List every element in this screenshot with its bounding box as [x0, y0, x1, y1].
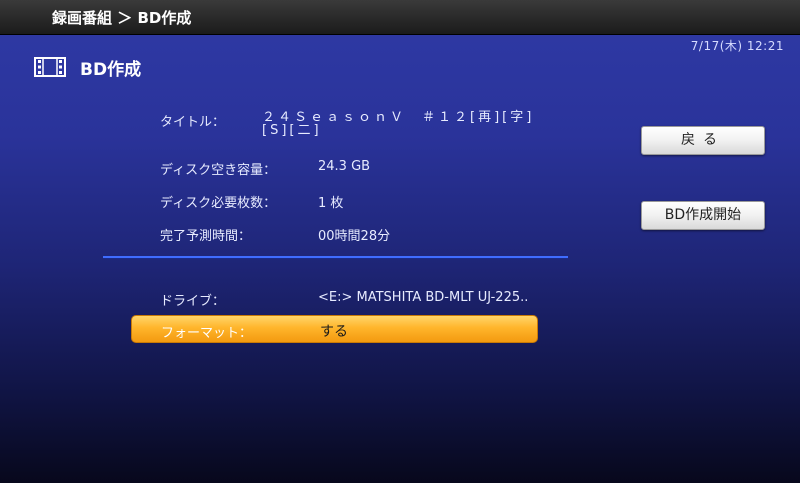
free-space-value: 24.3 GB [318, 159, 371, 174]
estimated-time-value: 00時間28分 [318, 229, 391, 244]
start-bd-creation-button[interactable]: BD作成開始 [641, 201, 765, 230]
breadcrumb: 録画番組 ＞ BD作成 [52, 9, 192, 27]
section-divider [103, 256, 568, 258]
drive-value: <E:> MATSHITA BD-MLT UJ-225.. [318, 290, 529, 305]
clock: 7/17(木) 12:21 [690, 39, 784, 53]
estimated-time-label: 完了予測時間： [160, 229, 252, 244]
drive-label: ドライブ： [160, 294, 226, 309]
title-value: ２４ＳｅａｓｏｎＶ ＃１２[再][字][S][二] [262, 110, 535, 138]
page-title: BD作成 [80, 60, 142, 80]
film-strip-icon [34, 57, 66, 77]
format-row-selected[interactable]: フォーマット： する [131, 315, 538, 343]
top-bar: 録画番組 ＞ BD作成 [0, 0, 800, 35]
format-label: フォーマット： [161, 326, 253, 341]
format-value: する [320, 324, 348, 340]
discs-needed-value: 1 枚 [318, 196, 344, 211]
free-space-label: ディスク空き容量： [160, 163, 277, 178]
title-label: タイトル： [160, 115, 226, 130]
back-button[interactable]: 戻る [641, 126, 765, 155]
discs-needed-label: ディスク必要枚数： [160, 196, 277, 211]
